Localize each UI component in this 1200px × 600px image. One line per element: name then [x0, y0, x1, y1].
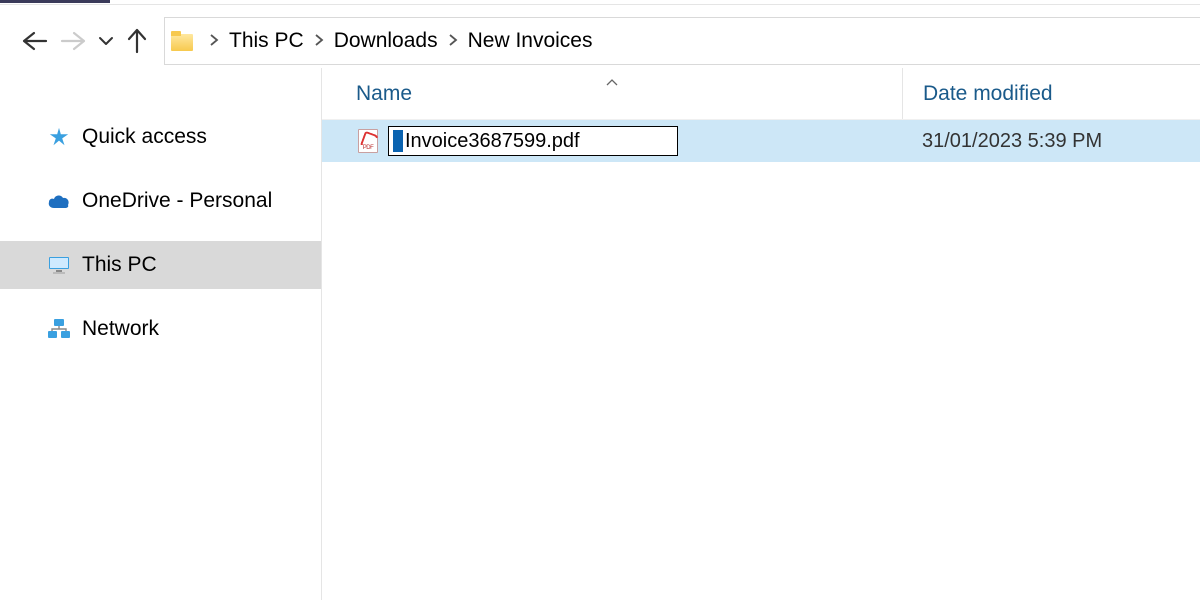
recent-dropdown[interactable] [98, 35, 114, 47]
sidebar-item-onedrive[interactable]: OneDrive - Personal [0, 177, 321, 225]
sidebar-item-label: OneDrive - Personal [82, 189, 272, 213]
sort-caret-icon [605, 76, 619, 90]
sidebar-item-label: Quick access [82, 125, 207, 149]
sidebar-item-label: This PC [82, 253, 157, 277]
column-header-name[interactable]: Name [322, 82, 902, 106]
file-list: Name Date modified Invoice3687599.pdf 31… [322, 68, 1200, 600]
nav-buttons [0, 28, 148, 54]
breadcrumb-downloads[interactable]: Downloads [334, 29, 438, 53]
back-button[interactable] [22, 30, 48, 52]
content: Quick access OneDrive - Personal This PC… [0, 68, 1200, 600]
rename-input[interactable]: Invoice3687599.pdf [388, 126, 678, 156]
file-name-cell: Invoice3687599.pdf [322, 126, 902, 156]
column-header-date[interactable]: Date modified [902, 68, 1200, 119]
up-button[interactable] [126, 28, 148, 54]
sidebar: Quick access OneDrive - Personal This PC… [0, 68, 322, 600]
forward-button[interactable] [60, 30, 86, 52]
breadcrumb-this-pc[interactable]: This PC [229, 29, 304, 53]
rename-value: Invoice3687599.pdf [405, 130, 580, 153]
breadcrumb-new-invoices[interactable]: New Invoices [468, 29, 593, 53]
address-bar[interactable]: This PC Downloads New Invoices [164, 17, 1200, 65]
sidebar-item-quick-access[interactable]: Quick access [0, 113, 321, 161]
column-label: Date modified [923, 82, 1053, 106]
chevron-right-icon[interactable] [438, 29, 468, 53]
folder-icon [171, 31, 195, 51]
sidebar-item-this-pc[interactable]: This PC [0, 241, 321, 289]
cloud-icon [46, 192, 72, 210]
monitor-icon [46, 255, 72, 275]
chevron-right-icon[interactable] [304, 29, 334, 53]
pdf-icon [358, 129, 378, 153]
navigation-bar: This PC Downloads New Invoices [0, 14, 1200, 68]
file-row[interactable]: Invoice3687599.pdf 31/01/2023 5:39 PM [322, 120, 1200, 162]
star-icon [46, 126, 72, 148]
window-accent [0, 0, 110, 3]
divider [0, 4, 1200, 5]
chevron-right-icon[interactable] [199, 29, 229, 53]
network-icon [46, 318, 72, 340]
text-selection [393, 130, 403, 152]
sidebar-item-network[interactable]: Network [0, 305, 321, 353]
file-date: 31/01/2023 5:39 PM [902, 130, 1200, 153]
sidebar-item-label: Network [82, 317, 159, 341]
column-label: Name [356, 82, 412, 105]
column-headers: Name Date modified [322, 68, 1200, 120]
